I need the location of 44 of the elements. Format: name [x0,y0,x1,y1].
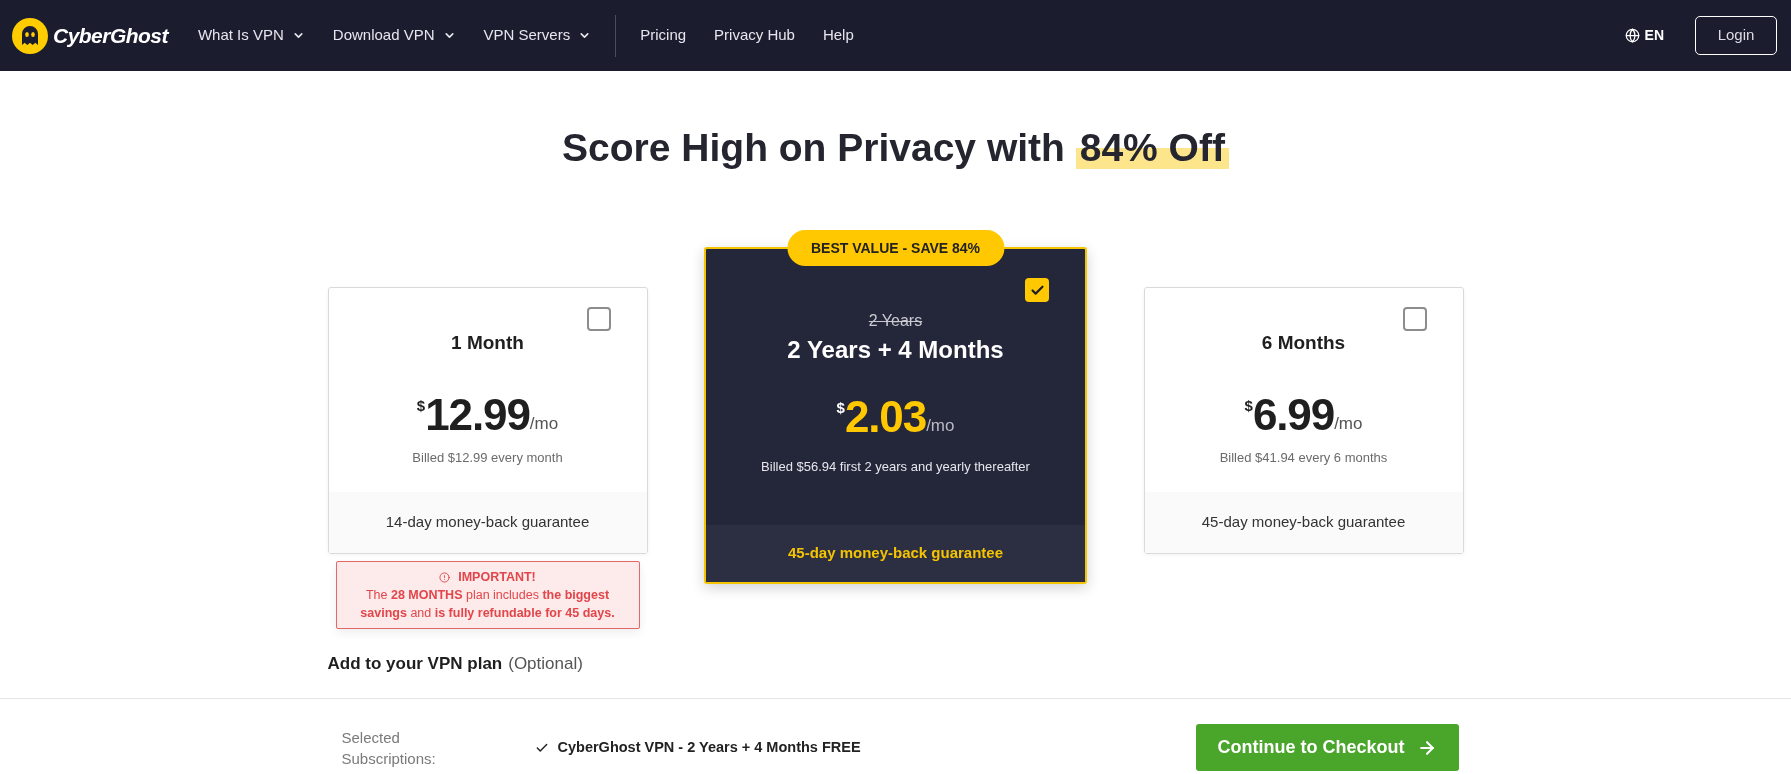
plan-name: 6 Months [1261,331,1346,355]
alert-icon [439,571,451,583]
subscription-item: CyberGhost VPN - 2 Years + 4 Months FREE [557,737,861,757]
page-title: Score High on Privacy with 84% Off [562,124,1229,172]
billing-text: Billed $41.94 every 6 months [1219,449,1388,467]
plan-checkbox[interactable] [586,307,611,331]
plan-card[interactable]: 1 Month $12.99/mo Billed $12.99 every month 14-day money-back guarantee [327,287,648,554]
login-button[interactable]: Login [1695,16,1777,55]
language-button[interactable]: EN [1624,25,1664,46]
nav-menu-button[interactable]: VPN Servers [483,24,592,47]
old-plan-name: 2 Years [868,312,923,330]
guarantee-text: 45-day money-back guarantee [787,543,1004,564]
notice-text: The 28 MONTHS plan includes the biggest savings and is fully refundable for 45 days. [359,587,616,622]
price-amount: 6.99 [1252,390,1335,440]
plan-checkbox[interactable] [1025,278,1049,302]
price-amount: 2.03 [844,392,927,442]
logo-text[interactable]: CyberGhost [53,19,168,52]
price-unit: /mo [926,416,955,436]
billing-text: Billed $56.94 first 2 years and yearly thereafter [761,458,1030,476]
ghost-logo-icon [12,17,48,54]
nav-link[interactable]: Privacy Hub [714,24,795,47]
notice-heading: IMPORTANT! [458,569,536,586]
addon-title: Add to your VPN plan [327,653,503,675]
nav-menu-button[interactable]: What Is VPN [197,24,305,47]
plan-name: 2 Years + 4 Months [787,335,1004,365]
guarantee-text: 14-day money-back guarantee [385,512,590,533]
price-unit: /mo [1334,414,1363,434]
currency-symbol: $ [416,398,426,414]
plan-checkbox[interactable] [1402,307,1427,331]
nav-menu-button[interactable]: Download VPN [332,24,456,47]
guarantee-text: 45-day money-back guarantee [1201,512,1406,533]
price-amount: 12.99 [425,390,530,440]
best-value-badge: BEST VALUE - SAVE 84% [786,230,1005,266]
globe-icon [1624,28,1640,43]
billing-text: Billed $12.99 every month [412,449,563,467]
nav-link[interactable]: Pricing [640,24,687,47]
price-unit: /mo [529,414,559,434]
optional-label: (Optional) [508,653,583,675]
currency-symbol: $ [836,400,845,416]
plan-name: 1 Month [451,331,524,355]
selected-label: Selected Subscriptions: [341,727,437,769]
nav-link[interactable]: Help [822,24,854,47]
plan-card[interactable]: 6 Months $6.99/mo Billed $41.94 every 6 months 45-day money-back guarantee [1143,287,1464,554]
currency-symbol: $ [1244,398,1253,414]
